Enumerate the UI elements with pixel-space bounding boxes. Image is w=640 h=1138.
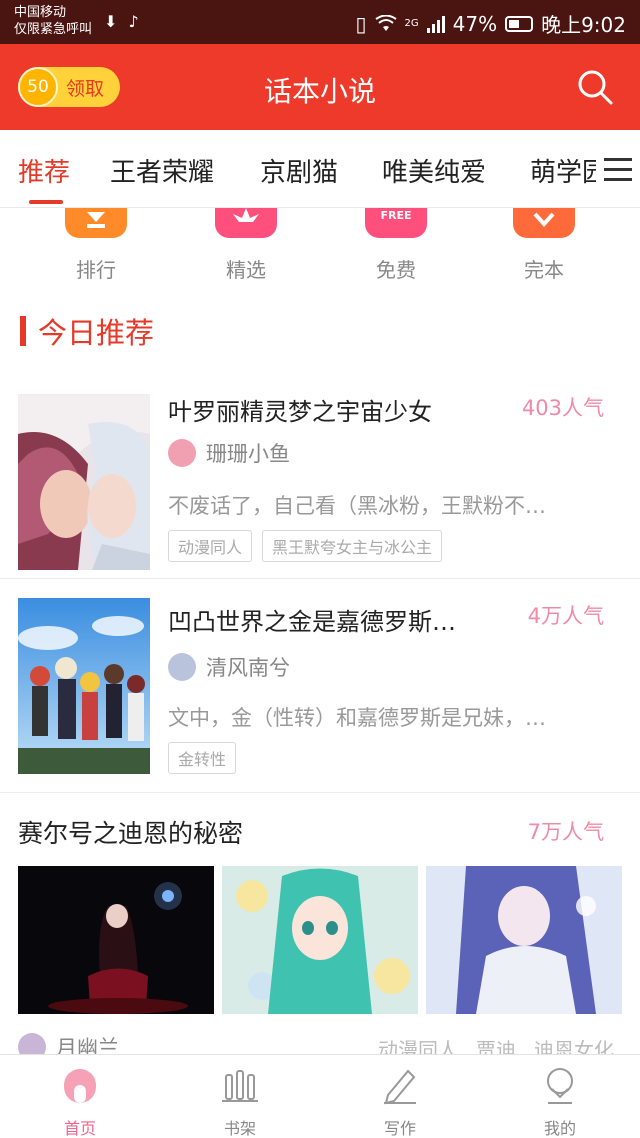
ranking-icon [65,208,127,238]
quick-entry-label: 精选 [226,258,266,282]
section-title: 今日推荐 [38,316,155,350]
carrier-name: 中国移动 [14,5,67,20]
status-right: ▯ 2G 47% 晚上9:02 [355,9,626,38]
book-title: 叶罗丽精灵梦之宇宙少女 [168,398,432,426]
section-accent-bar [20,316,26,346]
tiktok-icon: ♪ [128,12,139,31]
quick-entry-label: 排行 [76,258,116,282]
section-header: 今日推荐 [20,310,154,352]
tab-peking-opera-cat[interactable]: 京剧猫 [260,152,338,189]
book-tags: 金转性 [168,742,237,774]
bottom-navigation: 首页 书架 写作 我的 [0,1054,640,1138]
app-header: 50 领取 话本小说 [0,44,640,130]
free-badge: FREE [380,209,412,222]
book-description: 不废话了，自己看（黑冰粉，王默粉不… [168,494,546,518]
quick-entry-free[interactable]: FREE 免费 [346,208,446,283]
search-icon[interactable] [576,68,614,106]
author-row: 珊珊小鱼 [168,438,290,468]
featured-title: 赛尔号之迪恩的秘密 [18,819,244,848]
clock: 晚上9:02 [541,13,626,37]
nav-bookshelf[interactable]: 书架 [190,1065,290,1138]
battery-percent: 47% [452,11,498,36]
nav-write[interactable]: 写作 [350,1065,450,1138]
nav-label: 写作 [383,1119,416,1138]
avatar [168,653,196,681]
divider [0,578,640,579]
book-item[interactable]: 叶罗丽精灵梦之宇宙少女 403人气 珊珊小鱼 不废话了，自己看（黑冰粉，王默粉不… [0,380,640,576]
tab-pure-love[interactable]: 唯美纯爱 [382,152,486,189]
battery-icon [505,15,534,32]
featured-image[interactable] [222,866,418,1014]
book-item[interactable]: 凹凸世界之金是嘉德罗斯… 4万人气 清风南兮 文中，金（性转）和嘉德罗斯是兄妹，… [0,580,640,790]
quick-entry-label: 免费 [376,258,416,282]
download-icon: ⬇ [104,12,118,31]
tab-recommend[interactable]: 推荐 [18,152,70,189]
free-icon: FREE [365,208,427,238]
author-name: 清风南兮 [206,656,290,680]
quick-entry-featured[interactable]: 精选 [196,208,296,283]
book-tag[interactable]: 动漫同人 [168,530,253,562]
quick-entries: 排行 精选 FREE 免费 完本 [0,208,640,290]
profile-icon [547,1068,573,1104]
book-description: 文中，金（性转）和嘉德罗斯是兄妹，… [168,706,546,730]
featured-image[interactable] [18,866,214,1014]
app-title: 话本小说 [263,75,376,108]
notification-icons: ⬇ ♪ [104,12,139,31]
nav-label: 首页 [63,1119,96,1138]
avatar [168,439,196,467]
completed-icon [513,208,575,238]
bookshelf-icon [222,1070,258,1102]
active-tab-indicator [29,200,63,204]
quick-entry-label: 完本 [524,258,564,282]
carrier-info: 中国移动 仅限紧急呼叫 [14,4,92,38]
tab-honor-of-kings[interactable]: 王者荣耀 [110,152,214,189]
divider [0,792,640,793]
category-tabs: 推荐 王者荣耀 京剧猫 唯美纯爱 萌学园 [0,130,640,208]
signal-icon [426,15,445,33]
tabs-menu-button[interactable] [596,130,640,207]
vibrate-icon: ▯ [355,11,367,36]
status-bar: 中国移动 仅限紧急呼叫 ⬇ ♪ ▯ 2G 47% 晚上9:02 [0,0,640,44]
book-popularity: 403人气 [521,396,604,420]
emergency-text: 仅限紧急呼叫 [14,22,93,37]
book-popularity: 4万人气 [527,604,604,628]
nav-label: 书架 [223,1119,256,1138]
network-type: 2G [404,18,419,29]
author-row: 清风南兮 [168,652,290,682]
nav-label: 我的 [543,1119,576,1138]
book-cover [18,598,150,774]
star-icon [215,208,277,238]
quick-entry-ranking[interactable]: 排行 [46,208,146,283]
book-cover [18,394,150,570]
pencil-icon [384,1069,416,1105]
featured-popularity: 7万人气 [527,820,604,844]
wifi-icon [374,14,397,31]
home-icon [64,1069,96,1103]
quick-entry-completed[interactable]: 完本 [494,208,594,283]
book-tag[interactable]: 黑王默夸女主与冰公主 [262,530,443,562]
nav-profile[interactable]: 我的 [510,1065,610,1138]
nav-home[interactable]: 首页 [30,1065,130,1138]
featured-image[interactable] [426,866,622,1014]
author-name: 珊珊小鱼 [206,442,290,466]
book-tags: 动漫同人 黑王默夸女主与冰公主 [168,530,443,562]
book-tag[interactable]: 金转性 [168,742,237,774]
book-title: 凹凸世界之金是嘉德罗斯… [168,608,456,636]
